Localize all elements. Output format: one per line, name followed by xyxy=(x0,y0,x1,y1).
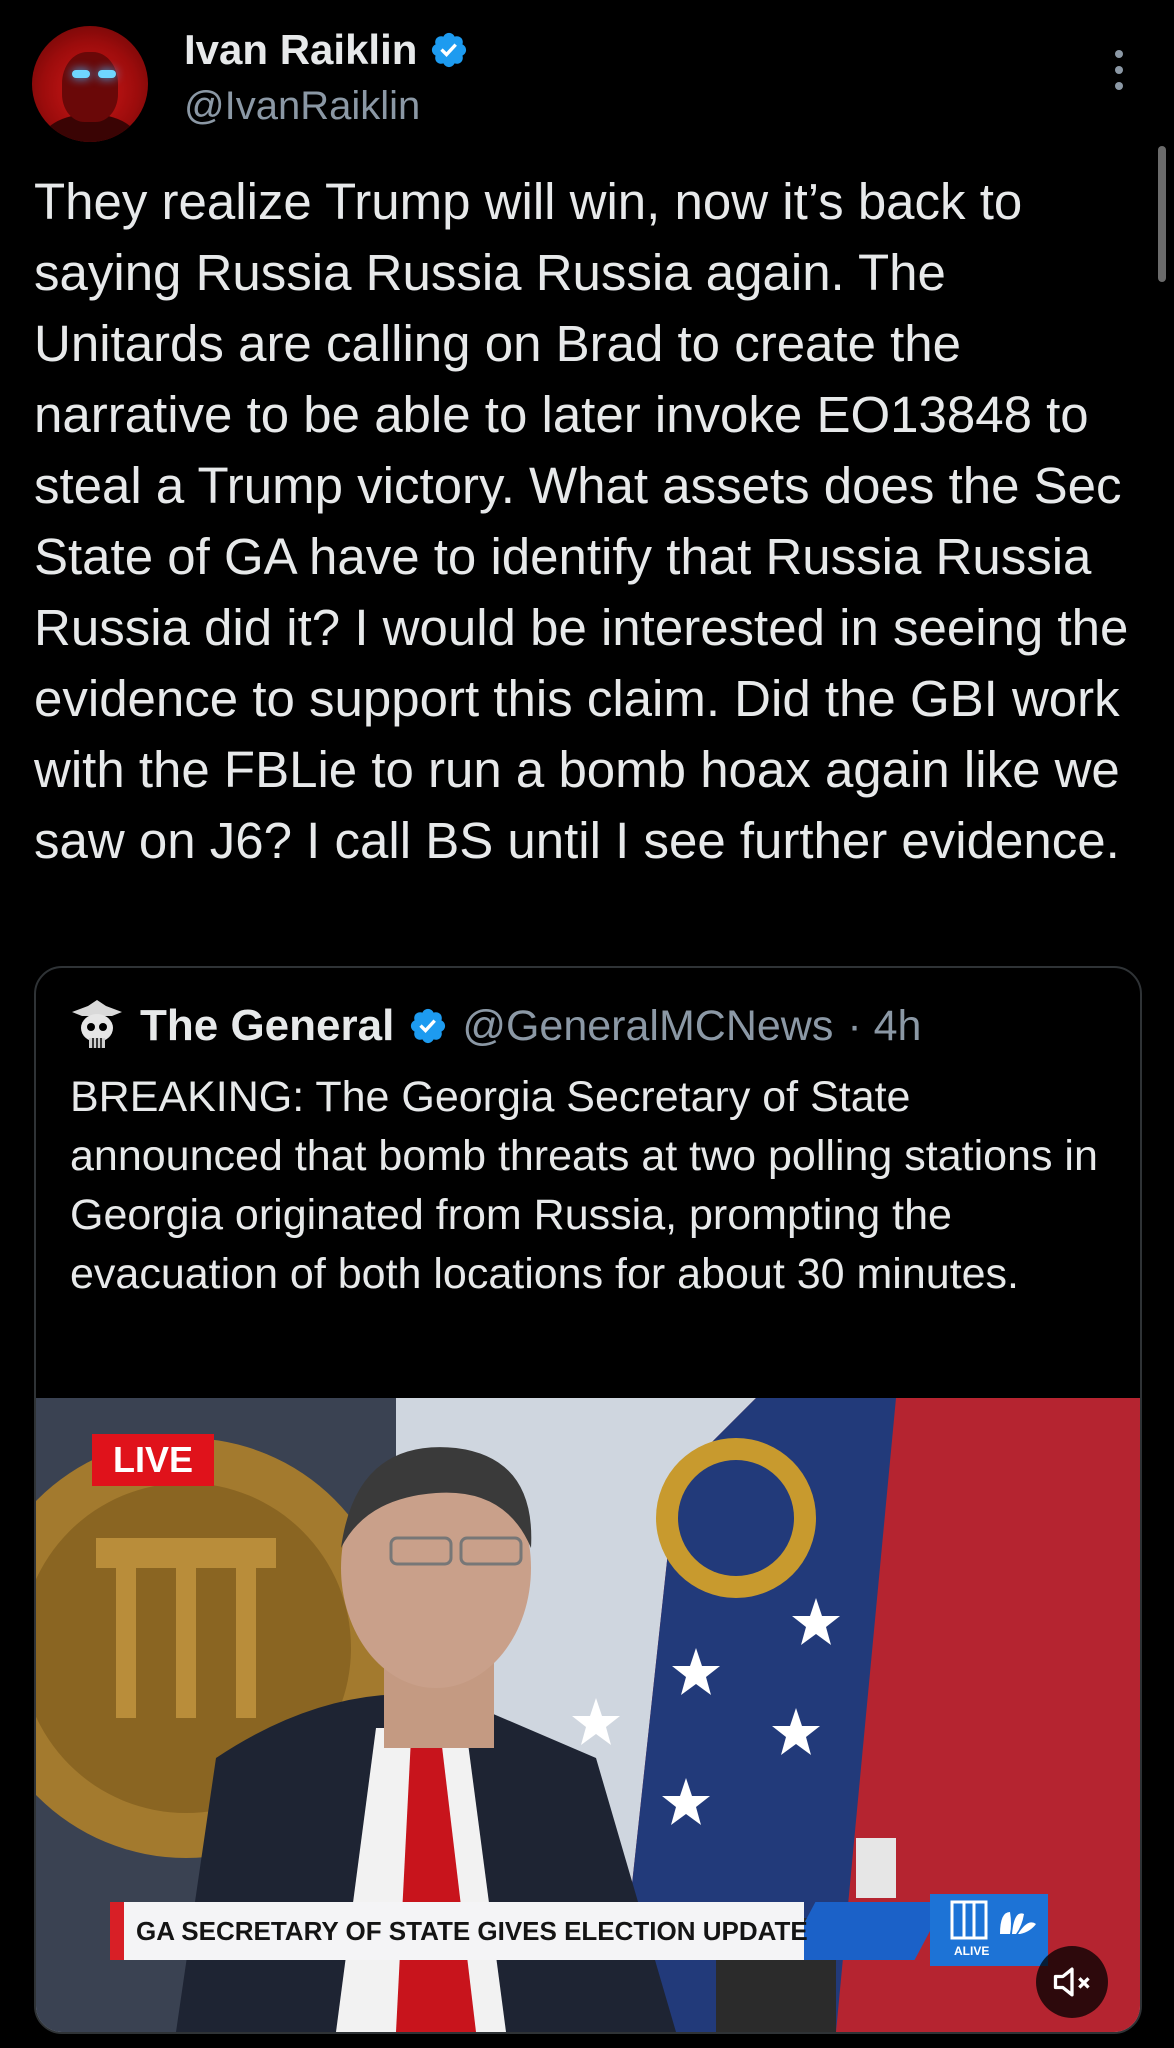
quoted-tweet[interactable]: The General @GeneralMCNews · 4h BREAKING… xyxy=(34,966,1142,2034)
avatar-face xyxy=(62,52,118,122)
station-logo: ALIVE xyxy=(930,1894,1048,1966)
more-options-icon[interactable] xyxy=(1104,50,1134,100)
news-chyron: GA SECRETARY OF STATE GIVES ELECTION UPD… xyxy=(110,1902,808,1960)
quoted-author-avatar[interactable] xyxy=(68,1000,126,1052)
tweet-header: Ivan Raiklin @IvanRaiklin xyxy=(0,0,1174,150)
quoted-author-handle[interactable]: @GeneralMCNews xyxy=(462,1002,833,1051)
author-name[interactable]: Ivan Raiklin xyxy=(184,26,417,74)
speaker-muted-icon xyxy=(1053,1967,1090,1997)
avatar-eye-left xyxy=(72,70,90,78)
skull-logo-icon xyxy=(72,1000,122,1048)
verified-badge-icon xyxy=(432,32,467,68)
avatar-eye-right xyxy=(98,70,116,78)
quoted-tweet-time[interactable]: · 4h xyxy=(847,1002,921,1051)
quoted-author-name[interactable]: The General xyxy=(140,1001,394,1051)
unmute-button[interactable] xyxy=(1036,1946,1108,2018)
scrollbar[interactable] xyxy=(1158,146,1166,282)
quoted-tweet-text: BREAKING: The Georgia Secretary of State… xyxy=(70,1073,1098,1298)
author-avatar[interactable] xyxy=(32,26,148,142)
verified-badge-icon xyxy=(411,1008,446,1044)
live-badge: LIVE xyxy=(92,1434,214,1486)
quoted-tweet-header: The General @GeneralMCNews · 4h xyxy=(68,1000,921,1052)
author-handle[interactable]: @IvanRaiklin xyxy=(184,84,420,129)
station-logo-text: ALIVE xyxy=(954,1944,990,1958)
tweet-text: They realize Trump will win, now it’s ba… xyxy=(34,173,1129,869)
author-name-row[interactable]: Ivan Raiklin xyxy=(184,26,469,74)
video-player[interactable]: LIVE GA SECRETARY OF STATE GIVES ELECTIO… xyxy=(36,1398,1140,2032)
